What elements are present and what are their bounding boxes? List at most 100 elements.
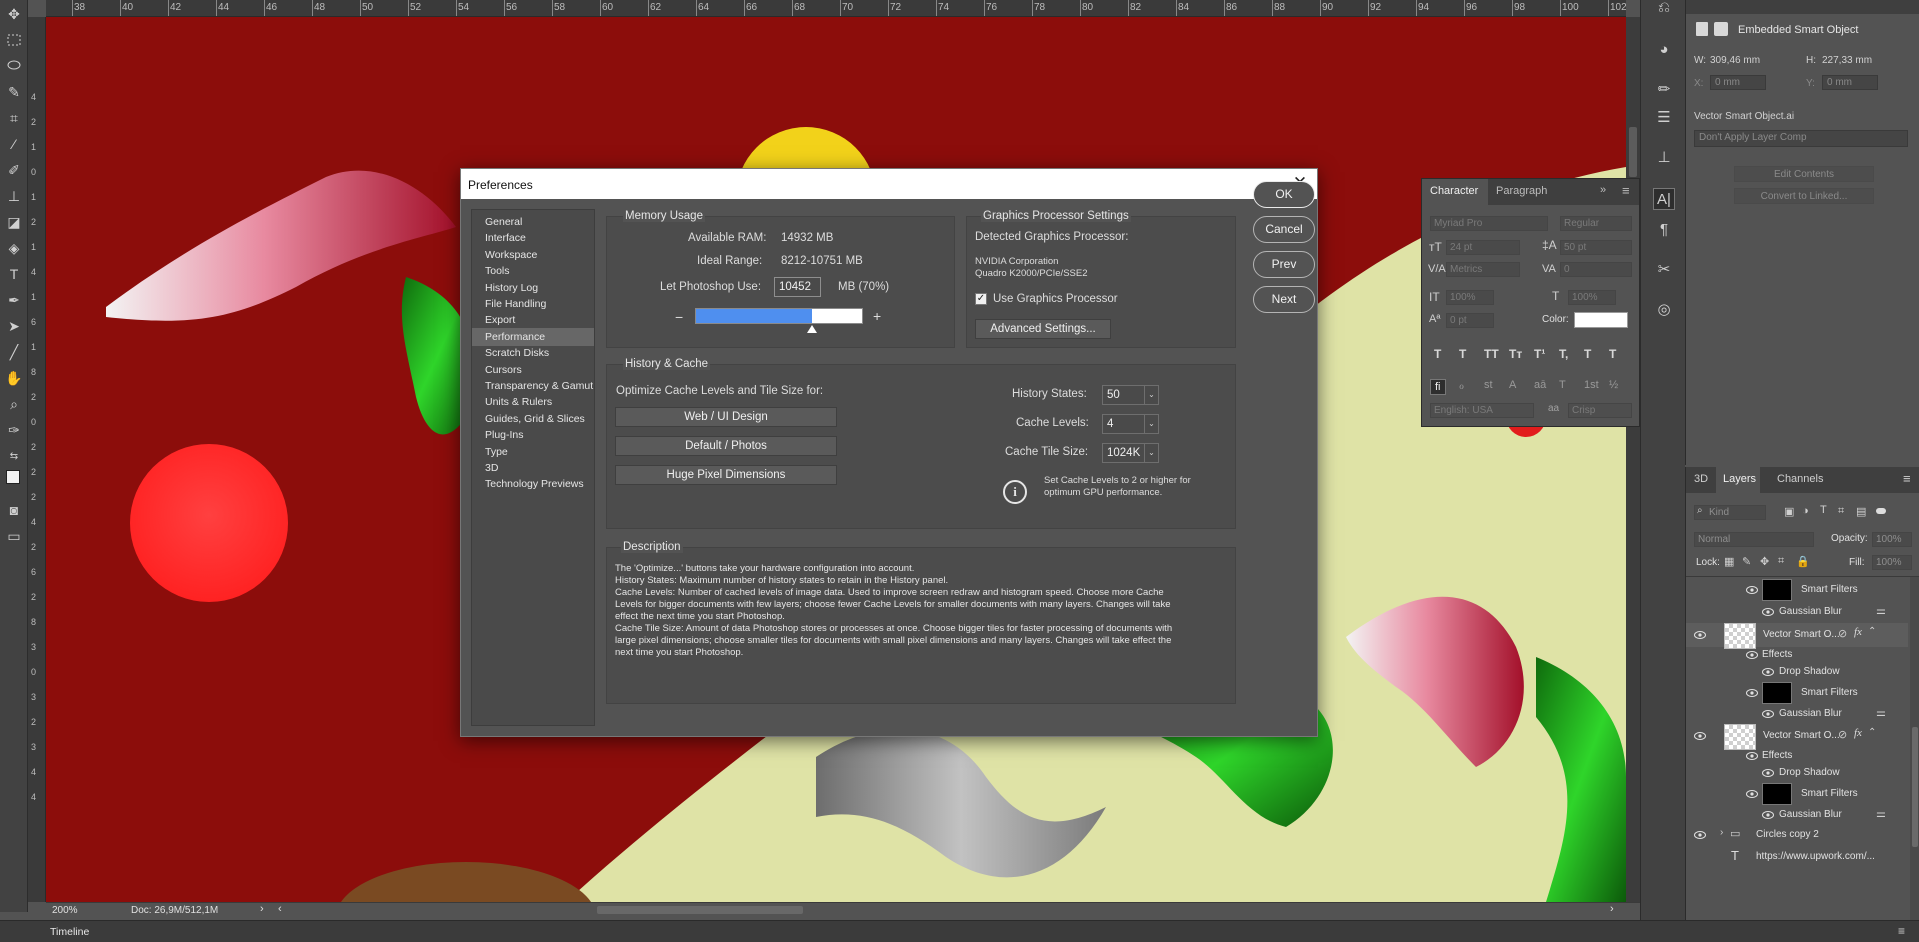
paint-bucket-tool-icon[interactable]: ◈ — [4, 238, 24, 258]
nav-item-interface[interactable]: Interface — [472, 229, 594, 247]
font-size-field[interactable]: 24 pt — [1446, 240, 1520, 255]
visibility-eye-icon[interactable] — [1746, 752, 1758, 760]
layer-row[interactable]: Vector Smart O... ⊘ fx ⌃ — [1686, 623, 1908, 649]
panel-menu-icon[interactable]: ≡ — [1903, 471, 1911, 486]
zoom-tool-icon[interactable]: ⌕ — [4, 394, 24, 414]
convert-to-linked-button[interactable]: Convert to Linked... — [1734, 188, 1874, 204]
nav-item-tools[interactable]: Tools — [472, 262, 594, 280]
layer-name[interactable]: Vector Smart O... — [1763, 730, 1840, 741]
panel-menu-icon[interactable]: ≡ — [1898, 924, 1905, 938]
color-sampler-tool-icon[interactable]: ✑ — [4, 420, 24, 440]
layer-name[interactable]: Gaussian Blur — [1779, 809, 1842, 820]
nav-item-transparency-gamut[interactable]: Transparency & Gamut — [472, 377, 594, 395]
opentype-button[interactable]: ½ — [1609, 379, 1618, 391]
visibility-eye-icon[interactable] — [1694, 631, 1706, 639]
optimize-default-photos-button[interactable]: Default / Photos — [615, 436, 837, 456]
layer-name[interactable]: Vector Smart O... — [1763, 629, 1840, 640]
visibility-eye-icon[interactable] — [1746, 689, 1758, 697]
layer-row[interactable]: Smart Filters — [1686, 783, 1908, 805]
opentype-button[interactable]: aā — [1534, 379, 1546, 391]
visibility-eye-icon[interactable] — [1694, 831, 1706, 839]
vertical-scroll-thumb[interactable] — [1629, 127, 1637, 177]
layers-scroll-thumb[interactable] — [1912, 727, 1918, 847]
nav-item-units-rulers[interactable]: Units & Rulers — [472, 393, 594, 411]
opentype-button[interactable]: fi — [1430, 379, 1446, 395]
nav-item-type[interactable]: Type — [472, 443, 594, 461]
opacity-field[interactable]: 100% — [1872, 532, 1912, 547]
layer-comp-select[interactable]: Don't Apply Layer Comp — [1694, 130, 1908, 147]
layer-row[interactable]: Gaussian Blur ⚌ — [1686, 705, 1908, 723]
collapse-panel-icon[interactable]: » — [1600, 184, 1606, 196]
visibility-eye-icon[interactable] — [1746, 790, 1758, 798]
layer-name[interactable]: Smart Filters — [1801, 788, 1858, 799]
filter-adjustment-icon[interactable]: ◑ — [1802, 505, 1809, 517]
line-tool-icon[interactable]: ╱ — [4, 342, 24, 362]
chevron-icon[interactable]: ⌃ — [1868, 626, 1876, 637]
memory-increase-button[interactable]: + — [873, 308, 881, 324]
filter-shape-icon[interactable]: ⌗ — [1838, 505, 1844, 518]
filter-options-icon[interactable]: ⚌ — [1876, 807, 1886, 820]
dialog-titlebar[interactable]: Preferences ✕ — [461, 169, 1317, 199]
cancel-button[interactable]: Cancel — [1253, 216, 1315, 243]
layer-row[interactable]: Smart Filters — [1686, 682, 1908, 704]
memory-slider-handle[interactable] — [807, 325, 817, 333]
nav-item-export[interactable]: Export — [472, 311, 594, 329]
layer-name[interactable]: Gaussian Blur — [1779, 606, 1842, 617]
blend-mode-select[interactable]: Normal — [1694, 532, 1814, 547]
status-menu-arrow-icon[interactable]: › — [260, 903, 264, 915]
type-style-button[interactable]: T¹ — [1534, 347, 1545, 361]
path-select-tool-icon[interactable]: ➤ — [4, 316, 24, 336]
visibility-eye-icon[interactable] — [1762, 608, 1774, 616]
layer-name[interactable]: Gaussian Blur — [1779, 708, 1842, 719]
layer-name[interactable]: Smart Filters — [1801, 687, 1858, 698]
next-button[interactable]: Next — [1253, 286, 1315, 313]
swap-colors-icon[interactable]: ⇆ — [4, 446, 24, 466]
layer-name[interactable]: Effects — [1762, 750, 1792, 761]
nav-item-technology-previews[interactable]: Technology Previews — [472, 475, 594, 493]
expand-arrow-icon[interactable]: › — [1720, 827, 1723, 838]
hand-tool-icon[interactable]: ✋ — [4, 368, 24, 388]
ok-button[interactable]: OK — [1253, 181, 1315, 208]
filter-toggle[interactable] — [1876, 508, 1886, 514]
text-color-swatch[interactable] — [1574, 312, 1628, 328]
nav-item-history-log[interactable]: History Log — [472, 279, 594, 297]
history-icon[interactable]: ⎌ — [1653, 0, 1675, 18]
lock-all-icon[interactable]: 🔒 — [1796, 555, 1810, 568]
horizontal-scroll-thumb[interactable] — [597, 906, 803, 914]
font-family-select[interactable]: Myriad Pro — [1430, 216, 1548, 231]
foreground-color-swatch[interactable] — [6, 470, 20, 484]
visibility-eye-icon[interactable] — [1746, 586, 1758, 594]
layer-row[interactable]: Vector Smart O... ⊘ fx ⌃ — [1686, 724, 1908, 750]
layer-row[interactable]: Drop Shadow — [1686, 764, 1908, 782]
history-states-select[interactable]: 50 ⌄ — [1102, 385, 1159, 405]
ruler-horizontal[interactable]: 38 40 42 44 46 48 50 52 54 56 58 60 62 64 66 68 70 72 74 76… — [46, 0, 1626, 17]
nav-item-3d[interactable]: 3D — [472, 459, 594, 477]
filter-type-icon[interactable]: T — [1820, 504, 1827, 516]
h-value[interactable]: 227,33 mm — [1822, 55, 1872, 66]
memory-slider-track[interactable] — [695, 308, 863, 324]
color-palette-icon[interactable]: ◕ — [1653, 38, 1675, 60]
visibility-eye-icon[interactable] — [1762, 811, 1774, 819]
leading-field[interactable]: 50 pt — [1560, 240, 1632, 255]
lock-artboard-icon[interactable]: ⌗ — [1778, 555, 1784, 568]
nav-item-scratch-disks[interactable]: Scratch Disks — [472, 344, 594, 362]
layer-row[interactable]: Gaussian Blur ⚌ — [1686, 603, 1908, 621]
baseline-shift-field[interactable]: 0 pt — [1446, 313, 1494, 328]
w-value[interactable]: 309,46 mm — [1710, 55, 1760, 66]
visibility-eye-icon[interactable] — [1762, 769, 1774, 777]
tab-3d[interactable]: 3D — [1694, 473, 1708, 485]
type-style-button[interactable]: Tт — [1509, 347, 1522, 361]
quick-select-tool-icon[interactable]: ✎ — [4, 82, 24, 102]
opentype-button[interactable]: A — [1509, 379, 1516, 391]
lock-pixels-icon[interactable]: ✎ — [1742, 555, 1751, 568]
lock-transparent-icon[interactable]: ▦ — [1724, 555, 1734, 568]
type-style-button[interactable]: T — [1459, 347, 1466, 361]
layers-scrollbar[interactable] — [1910, 577, 1919, 920]
filter-options-icon[interactable]: ⚌ — [1876, 604, 1886, 617]
nav-item-plug-ins[interactable]: Plug-Ins — [472, 426, 594, 444]
layer-row[interactable]: Effects — [1686, 747, 1908, 765]
memory-input[interactable]: 10452 — [774, 277, 821, 297]
layer-row[interactable]: Gaussian Blur ⚌ — [1686, 806, 1908, 824]
filter-kind-select[interactable]: Kind — [1694, 505, 1766, 520]
nav-item-performance[interactable]: Performance — [472, 327, 594, 346]
